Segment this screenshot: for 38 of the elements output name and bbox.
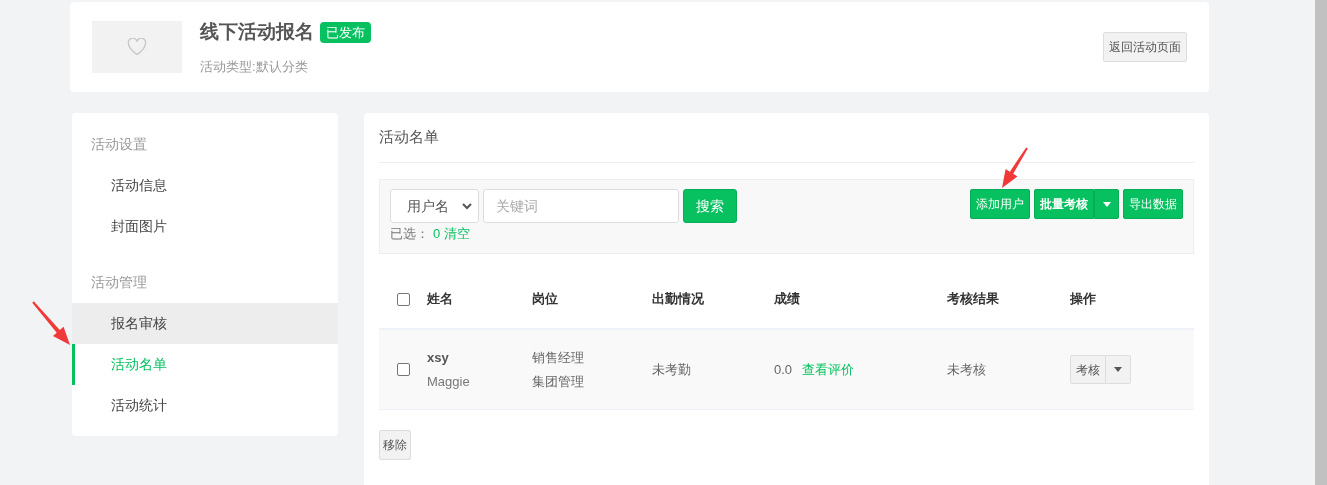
- sidebar-heading: 活动设置: [90, 134, 148, 154]
- position-text: 集团管理: [532, 372, 585, 391]
- activity-type: 活动类型:默认分类: [200, 57, 309, 76]
- keyword-field[interactable]: 关键词: [483, 189, 679, 223]
- column-header: 姓名: [427, 291, 453, 307]
- checkbox[interactable]: [396, 363, 410, 376]
- column-header: 出勤情况: [652, 291, 704, 307]
- review-dropdown[interactable]: [1106, 355, 1131, 384]
- annotation-arrow: [32, 301, 70, 345]
- annotation-arrow: [1002, 147, 1028, 188]
- column-header: 成绩: [774, 291, 800, 307]
- member-name: Maggie: [427, 372, 471, 391]
- column-header: 考核结果: [947, 291, 999, 307]
- chevron-icon: [462, 202, 472, 210]
- caret-icon: [1102, 201, 1111, 207]
- score-value: 0.0: [774, 360, 793, 379]
- scrollbar[interactable]: [1315, 0, 1327, 485]
- selected-count: 0: [433, 225, 441, 243]
- review-button[interactable]: 考核: [1070, 355, 1106, 384]
- back-button[interactable]: 返回活动页面: [1103, 32, 1187, 62]
- column-header: 岗位: [532, 291, 558, 307]
- heart-icon: [127, 38, 147, 56]
- column-header: 操作: [1070, 291, 1096, 307]
- batch-review-dropdown[interactable]: [1094, 189, 1119, 219]
- sidebar-item[interactable]: 报名审核: [72, 303, 338, 344]
- sidebar-heading: 活动管理: [90, 272, 148, 292]
- panel-title: 活动名单: [379, 113, 1194, 163]
- remove-button[interactable]: 移除: [379, 430, 411, 460]
- selected-label: 已选：: [390, 225, 429, 243]
- caret-icon: [1114, 367, 1122, 372]
- status-badge: 已发布: [320, 21, 371, 43]
- field-select[interactable]: 用户名: [390, 189, 479, 223]
- checkbox[interactable]: [396, 292, 410, 306]
- review-result: 未考核: [947, 361, 986, 377]
- position-text: 销售经理: [532, 349, 585, 367]
- activity-title: 线下活动报名: [200, 20, 314, 44]
- username: xsy: [427, 349, 450, 367]
- attendance-status: 未考勤: [652, 361, 691, 377]
